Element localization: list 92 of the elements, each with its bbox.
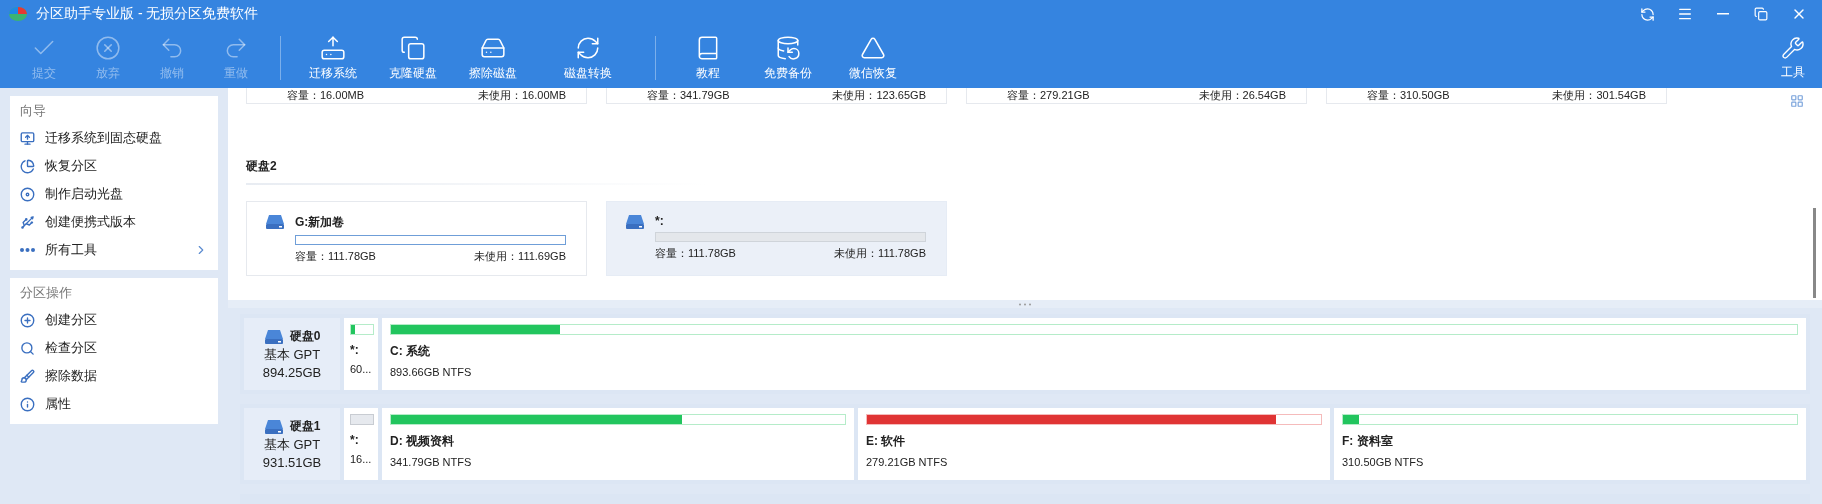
scrollbar[interactable] bbox=[1813, 208, 1816, 298]
disk-icon bbox=[263, 328, 284, 345]
capacity-text: 容量：341.79GB bbox=[647, 90, 730, 101]
sidebar-item[interactable]: 创建分区 bbox=[45, 311, 208, 329]
capacity-text: 容量：111.78GB bbox=[295, 249, 376, 264]
sidebar-item[interactable]: 恢复分区 bbox=[45, 157, 208, 175]
partition-block[interactable]: F: 资料室 310.50GB NTFS bbox=[1334, 408, 1806, 480]
partition-name: D: 视频资料 bbox=[390, 433, 455, 450]
unused-text: 未使用：16.00MB bbox=[477, 90, 566, 101]
drive-copy-icon bbox=[400, 34, 426, 61]
partition-name: *: bbox=[350, 343, 360, 357]
partition-card[interactable]: 容量：310.50GB 未使用：301.54GB bbox=[1326, 88, 1667, 104]
drive-arrow-icon bbox=[320, 34, 346, 61]
partition-card[interactable]: 容量：16.00MB 未使用：16.00MB bbox=[246, 88, 587, 104]
toolbar-button[interactable]: 迁移系统 bbox=[293, 30, 373, 86]
tools-button[interactable]: 工具 bbox=[1768, 30, 1818, 86]
restore-icon bbox=[1754, 7, 1768, 21]
disk-name: 硬盘1 bbox=[289, 418, 321, 435]
partition-name: C: 系统 bbox=[390, 343, 431, 360]
view-toggle-icon[interactable] bbox=[1790, 94, 1804, 108]
sidebar-item[interactable]: 属性 bbox=[45, 395, 208, 413]
partition-block[interactable]: *: 16... bbox=[344, 408, 378, 480]
refresh-icon bbox=[1639, 6, 1655, 22]
partition-name: G:新加卷 bbox=[295, 214, 346, 231]
partition-name: *: bbox=[655, 214, 665, 228]
drive-icon bbox=[265, 214, 285, 230]
search-icon bbox=[20, 340, 35, 356]
wrench-icon bbox=[1781, 35, 1805, 60]
partition-size: 16... bbox=[350, 453, 373, 465]
partition-block[interactable]: D: 视频资料 341.79GB NTFS bbox=[382, 408, 854, 480]
disk-name: 硬盘0 bbox=[289, 328, 321, 345]
disk-type: 基本 GPT bbox=[263, 346, 321, 364]
toolbar-button[interactable]: 免费备份 bbox=[748, 30, 828, 86]
partition-name: E: 软件 bbox=[866, 433, 907, 450]
unused-text: 未使用：26.54GB bbox=[1198, 90, 1286, 101]
toolbar-button[interactable]: 磁盘转换 bbox=[533, 30, 643, 86]
monitor-icon bbox=[20, 130, 35, 146]
section-title: 分区操作 bbox=[20, 284, 73, 302]
section-title: 向导 bbox=[20, 102, 47, 120]
partition-size: 279.21GB NTFS bbox=[866, 456, 949, 468]
sidebar-item[interactable]: 所有工具 bbox=[45, 241, 184, 259]
unused-text: 未使用：301.54GB bbox=[1552, 90, 1646, 101]
partition-size: 893.66GB NTFS bbox=[390, 366, 473, 378]
menu-icon bbox=[1677, 6, 1693, 22]
disc-icon bbox=[20, 186, 35, 202]
disk-size: 931.51GB bbox=[262, 455, 322, 470]
sidebar-item[interactable]: 迁移系统到固态硬盘 bbox=[45, 129, 208, 147]
partition-card[interactable]: 容量：341.79GB 未使用：123.65GB bbox=[606, 88, 947, 104]
capacity-text: 容量：16.00MB bbox=[287, 90, 365, 101]
usb-icon bbox=[20, 214, 35, 230]
sidebar-item[interactable]: 制作启动光盘 bbox=[45, 185, 208, 203]
unused-text: 未使用：123.65GB bbox=[832, 90, 926, 101]
pie-chart-icon bbox=[20, 158, 35, 174]
partition-size: 310.50GB NTFS bbox=[1342, 456, 1425, 468]
partition-name: F: 资料室 bbox=[1342, 433, 1394, 450]
usage-bar bbox=[350, 414, 374, 425]
minimize-icon bbox=[1717, 13, 1729, 15]
brush-icon bbox=[20, 368, 35, 384]
partition-block[interactable]: C: 系统 893.66GB NTFS bbox=[382, 318, 1806, 390]
plus-icon bbox=[20, 312, 35, 328]
drive-icon bbox=[625, 214, 645, 230]
capacity-text: 容量：310.50GB bbox=[1367, 90, 1450, 101]
info-icon bbox=[20, 396, 35, 412]
toolbar-button[interactable]: 微信恢复 bbox=[828, 30, 918, 86]
partition-card[interactable]: 容量：279.21GB 未使用：26.54GB bbox=[966, 88, 1307, 104]
partition-card[interactable]: *: 容量：111.78GB 未使用：111.78GB bbox=[606, 201, 947, 276]
app-logo-icon bbox=[8, 5, 28, 23]
splitter-handle-icon[interactable] bbox=[1018, 302, 1032, 306]
more-icon bbox=[20, 248, 35, 252]
toolbar-button[interactable]: 擦除磁盘 bbox=[453, 30, 533, 86]
toolbar-button[interactable]: 克隆硬盘 bbox=[373, 30, 453, 86]
sidebar-item[interactable]: 擦除数据 bbox=[45, 367, 208, 385]
partition-block[interactable]: *: 60... bbox=[344, 318, 378, 390]
capacity-text: 容量：111.78GB bbox=[655, 246, 736, 261]
partition-card[interactable]: G:新加卷 容量：111.78GB 未使用：111.69GB bbox=[246, 201, 587, 276]
database-icon bbox=[775, 34, 801, 61]
unused-text: 未使用：111.78GB bbox=[834, 246, 926, 261]
disk-size: 894.25GB bbox=[262, 365, 322, 380]
sidebar-item[interactable]: 检查分区 bbox=[45, 339, 208, 357]
sidebar-item[interactable]: 创建便携式版本 bbox=[45, 213, 208, 231]
partition-block[interactable]: E: 软件 279.21GB NTFS bbox=[858, 408, 1330, 480]
partition-name: *: bbox=[350, 433, 360, 447]
capacity-text: 容量：279.21GB bbox=[1007, 90, 1090, 101]
disk-type: 基本 GPT bbox=[263, 436, 321, 454]
toolbar-button[interactable]: 教程 bbox=[668, 30, 748, 86]
disk-heading: 硬盘2 bbox=[246, 158, 706, 185]
disk-icon bbox=[263, 418, 284, 435]
window-title: 分区助手专业版 - 无损分区免费软件 bbox=[36, 5, 260, 23]
cancel-icon bbox=[95, 34, 121, 61]
unused-text: 未使用：111.69GB bbox=[474, 249, 566, 264]
partition-size: 341.79GB NTFS bbox=[390, 456, 473, 468]
partition-size: 60... bbox=[350, 363, 373, 375]
